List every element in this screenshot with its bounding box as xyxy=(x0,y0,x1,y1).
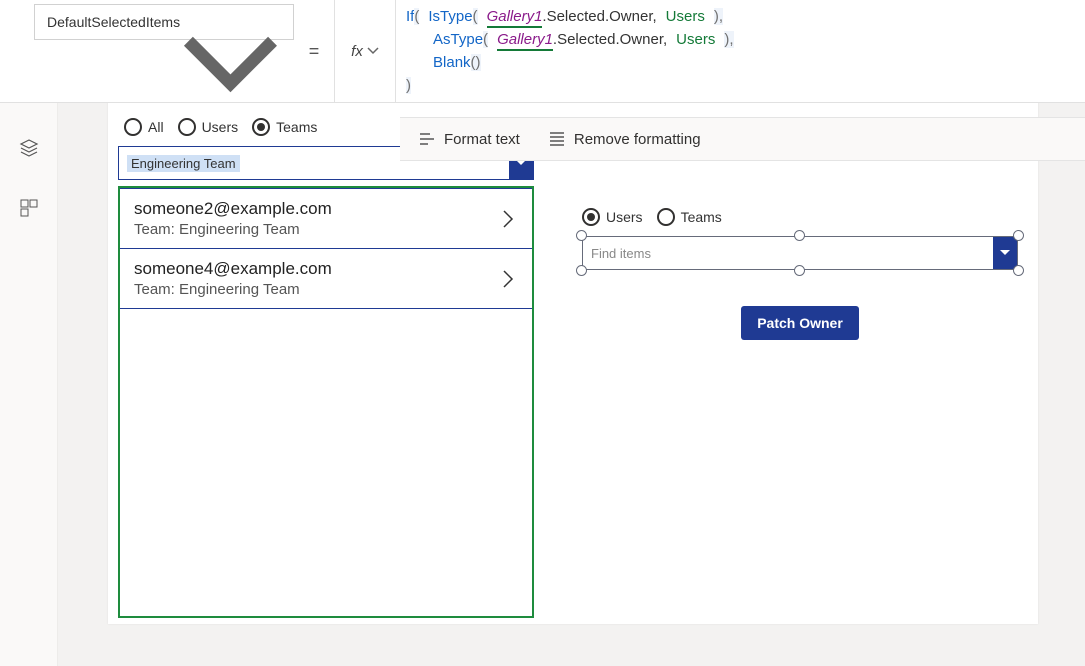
left-rail xyxy=(0,48,58,666)
remove-formatting-button[interactable]: Remove formatting xyxy=(548,130,701,148)
layers-icon[interactable] xyxy=(19,138,39,158)
fx-button[interactable]: fx xyxy=(334,0,396,102)
left-pane: All Users Teams Engineering Team someone… xyxy=(108,100,544,624)
chevron-down-icon xyxy=(993,237,1017,269)
patch-owner-button[interactable]: Patch Owner xyxy=(741,306,859,340)
radio-all[interactable]: All xyxy=(124,118,164,136)
formula-bar: DefaultSelectedItems = fx If( IsType( Ga… xyxy=(0,0,1085,103)
property-dropdown-value: DefaultSelectedItems xyxy=(47,14,180,30)
radio-teams[interactable]: Teams xyxy=(657,208,722,226)
radio-users[interactable]: Users xyxy=(582,208,643,226)
formula-editor[interactable]: If( IsType( Gallery1.Selected.Owner, Use… xyxy=(396,0,1085,102)
format-text-icon xyxy=(418,130,436,148)
resize-handle[interactable] xyxy=(576,265,587,276)
app-screen: All Users Teams Engineering Team someone… xyxy=(108,100,1038,624)
resize-handle[interactable] xyxy=(1013,230,1024,241)
equals-label: = xyxy=(294,0,334,102)
remove-formatting-icon xyxy=(548,130,566,148)
gallery-item-email: someone4@example.com xyxy=(134,259,332,279)
combobox-selected-value: Engineering Team xyxy=(127,155,240,172)
radio-icon xyxy=(124,118,142,136)
radio-icon xyxy=(582,208,600,226)
chevron-right-icon xyxy=(498,209,518,229)
gallery-item-team: Team: Engineering Team xyxy=(134,281,332,298)
selected-control-wrapper: Find items xyxy=(582,236,1018,270)
radio-icon xyxy=(252,118,270,136)
resize-handle[interactable] xyxy=(794,230,805,241)
radio-teams[interactable]: Teams xyxy=(252,118,317,136)
radio-icon xyxy=(178,118,196,136)
radio-icon xyxy=(657,208,675,226)
gallery-item[interactable]: someone4@example.com Team: Engineering T… xyxy=(120,249,532,309)
radio-users[interactable]: Users xyxy=(178,118,239,136)
gallery: someone2@example.com Team: Engineering T… xyxy=(118,186,534,618)
formula-footer: Format text Remove formatting xyxy=(400,117,1085,161)
gallery-item-team: Team: Engineering Team xyxy=(134,221,332,238)
chevron-right-icon xyxy=(498,269,518,289)
chevron-down-icon xyxy=(367,45,379,57)
resize-handle[interactable] xyxy=(794,265,805,276)
format-text-button[interactable]: Format text xyxy=(418,130,520,148)
property-dropdown[interactable]: DefaultSelectedItems xyxy=(34,4,294,40)
fx-icon: fx xyxy=(351,43,363,60)
components-icon[interactable] xyxy=(19,198,39,218)
resize-handle[interactable] xyxy=(576,230,587,241)
combobox-placeholder: Find items xyxy=(591,246,651,261)
resize-handle[interactable] xyxy=(1013,265,1024,276)
gallery-item-email: someone2@example.com xyxy=(134,199,332,219)
chevron-down-icon xyxy=(180,16,281,28)
gallery-item[interactable]: someone2@example.com Team: Engineering T… xyxy=(120,188,532,249)
